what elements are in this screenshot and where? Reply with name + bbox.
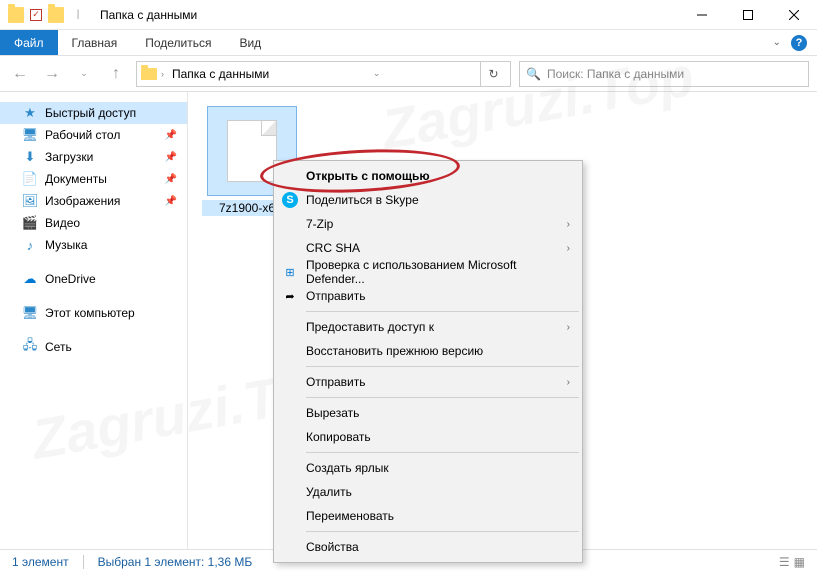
view-details-button[interactable]: ☰ <box>779 555 790 569</box>
forward-button[interactable]: → <box>40 62 64 86</box>
chevron-right-icon: › <box>567 219 570 230</box>
menu-separator <box>306 531 579 532</box>
minimize-button[interactable] <box>679 0 725 30</box>
video-icon: 🎬 <box>22 215 38 231</box>
menu-shortcut[interactable]: Создать ярлык <box>276 456 580 480</box>
window-controls <box>679 0 817 30</box>
search-placeholder: Поиск: Папка с данными <box>547 67 684 81</box>
refresh-button[interactable]: ↻ <box>480 61 506 87</box>
navigation-bar: ← → ⌄ ↑ › Папка с данными ⌄ ↻ 🔍 Поиск: П… <box>0 56 817 92</box>
sidebar-item-this-pc[interactable]: 🖥Этот компьютер <box>0 302 187 324</box>
sidebar-item-music[interactable]: ♪Музыка <box>0 234 187 256</box>
menu-crc[interactable]: CRC SHA› <box>276 236 580 260</box>
menu-defender[interactable]: ⊞Проверка с использованием Microsoft Def… <box>276 260 580 284</box>
divider <box>83 555 84 569</box>
menu-send1[interactable]: ➦Отправить <box>276 284 580 308</box>
pin-icon: 📌 <box>165 152 177 163</box>
qat-divider: | <box>70 7 86 23</box>
tab-home[interactable]: Главная <box>58 30 132 55</box>
status-selected: Выбран 1 элемент: 1,36 МБ <box>98 555 253 569</box>
menu-separator <box>306 452 579 453</box>
star-icon: ★ <box>22 105 38 121</box>
status-count: 1 элемент <box>12 555 69 569</box>
back-button[interactable]: ← <box>8 62 32 86</box>
menu-properties[interactable]: Свойства <box>276 535 580 559</box>
sidebar-item-network[interactable]: 🖧Сеть <box>0 336 187 358</box>
menu-separator <box>306 311 579 312</box>
sidebar-item-quick-access[interactable]: ★Быстрый доступ <box>0 102 187 124</box>
cloud-icon: ☁ <box>22 271 38 287</box>
address-bar[interactable]: › Папка с данными ⌄ ↻ <box>136 61 511 87</box>
search-icon: 🔍 <box>526 67 541 81</box>
checkbox-icon[interactable]: ✓ <box>30 9 42 21</box>
maximize-button[interactable] <box>725 0 771 30</box>
menu-separator <box>306 397 579 398</box>
pin-icon: 📌 <box>165 130 177 141</box>
quick-access-toolbar: ✓ | <box>0 7 94 23</box>
navigation-pane: ★Быстрый доступ 🖥Рабочий стол📌 ⬇Загрузки… <box>0 92 188 549</box>
skype-icon: S <box>282 192 298 208</box>
shield-icon: ⊞ <box>282 264 298 280</box>
menu-skype[interactable]: SПоделиться в Skype <box>276 188 580 212</box>
context-menu: Открыть с помощью SПоделиться в Skype 7-… <box>273 160 583 563</box>
sidebar-item-downloads[interactable]: ⬇Загрузки📌 <box>0 146 187 168</box>
breadcrumb-sep: › <box>161 69 164 79</box>
music-icon: ♪ <box>22 237 38 253</box>
close-button[interactable] <box>771 0 817 30</box>
document-icon: 📄 <box>22 171 38 187</box>
recent-dropdown[interactable]: ⌄ <box>72 62 96 86</box>
menu-give-access[interactable]: Предоставить доступ к› <box>276 315 580 339</box>
menu-cut[interactable]: Вырезать <box>276 401 580 425</box>
share-icon: ➦ <box>282 288 298 304</box>
help-icon[interactable]: ? <box>791 35 807 51</box>
menu-restore[interactable]: Восстановить прежнюю версию <box>276 339 580 363</box>
address-dropdown-icon[interactable]: ⌄ <box>373 68 381 79</box>
picture-icon: 🖼 <box>22 193 38 209</box>
desktop-icon: 🖥 <box>22 127 38 143</box>
download-icon: ⬇ <box>22 149 38 165</box>
chevron-right-icon: › <box>567 377 570 388</box>
sidebar-item-desktop[interactable]: 🖥Рабочий стол📌 <box>0 124 187 146</box>
folder-icon <box>8 7 24 23</box>
up-button[interactable]: ↑ <box>104 62 128 86</box>
network-icon: 🖧 <box>22 339 38 355</box>
menu-7zip[interactable]: 7-Zip› <box>276 212 580 236</box>
menu-open-with[interactable]: Открыть с помощью <box>276 164 580 188</box>
menu-delete[interactable]: Удалить <box>276 480 580 504</box>
tab-view[interactable]: Вид <box>225 30 275 55</box>
pin-icon: 📌 <box>165 196 177 207</box>
sidebar-item-pictures[interactable]: 🖼Изображения📌 <box>0 190 187 212</box>
ribbon-expand-icon[interactable]: ⌄ <box>773 37 781 48</box>
sidebar-item-videos[interactable]: 🎬Видео <box>0 212 187 234</box>
window-title: Папка с данными <box>100 8 197 22</box>
ribbon: Файл Главная Поделиться Вид ⌄ ? <box>0 30 817 56</box>
folder-icon <box>141 68 157 80</box>
sidebar-item-onedrive[interactable]: ☁OneDrive <box>0 268 187 290</box>
view-icons-button[interactable]: ▦ <box>794 555 805 569</box>
search-input[interactable]: 🔍 Поиск: Папка с данными <box>519 61 809 87</box>
chevron-right-icon: › <box>567 243 570 254</box>
menu-separator <box>306 366 579 367</box>
menu-rename[interactable]: Переименовать <box>276 504 580 528</box>
menu-send-to[interactable]: Отправить› <box>276 370 580 394</box>
breadcrumb[interactable]: Папка с данными <box>168 67 273 81</box>
tab-file[interactable]: Файл <box>0 30 58 55</box>
pc-icon: 🖥 <box>22 305 38 321</box>
tab-share[interactable]: Поделиться <box>131 30 225 55</box>
folder-icon <box>48 7 64 23</box>
sidebar-item-documents[interactable]: 📄Документы📌 <box>0 168 187 190</box>
title-bar: ✓ | Папка с данными <box>0 0 817 30</box>
menu-copy[interactable]: Копировать <box>276 425 580 449</box>
chevron-right-icon: › <box>567 322 570 333</box>
pin-icon: 📌 <box>165 174 177 185</box>
